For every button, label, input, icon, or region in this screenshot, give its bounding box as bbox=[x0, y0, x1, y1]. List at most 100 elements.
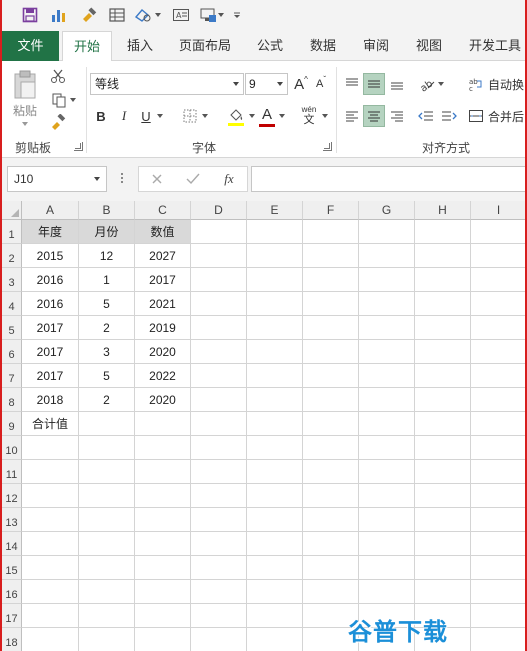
textbox-icon[interactable]: A bbox=[170, 5, 192, 25]
row-header-8[interactable]: 8 bbox=[2, 388, 22, 412]
cell-a16[interactable] bbox=[22, 580, 79, 604]
format-painter-icon[interactable] bbox=[48, 113, 68, 131]
cell-d1[interactable] bbox=[191, 220, 247, 244]
cell-b2[interactable]: 12 bbox=[79, 244, 135, 268]
cell-g16[interactable] bbox=[359, 580, 415, 604]
table-icon[interactable] bbox=[106, 5, 128, 25]
cell-h10[interactable] bbox=[415, 436, 471, 460]
row-header-7[interactable]: 7 bbox=[2, 364, 22, 388]
cell-e13[interactable] bbox=[247, 508, 303, 532]
grow-font-button[interactable]: A ^ bbox=[293, 73, 309, 95]
font-color-dropdown[interactable] bbox=[277, 105, 287, 127]
cell-e4[interactable] bbox=[247, 292, 303, 316]
clipboard-launcher-icon[interactable] bbox=[74, 142, 83, 151]
cell-e8[interactable] bbox=[247, 388, 303, 412]
column-header-d[interactable]: D bbox=[191, 201, 247, 220]
cell-e16[interactable] bbox=[247, 580, 303, 604]
tab-formulas[interactable]: 公式 bbox=[248, 31, 292, 61]
wrap-text-button[interactable]: ab c 自动换 bbox=[468, 73, 525, 95]
cell-c9[interactable] bbox=[135, 412, 191, 436]
cell-f6[interactable] bbox=[303, 340, 359, 364]
cell-g3[interactable] bbox=[359, 268, 415, 292]
cell-a13[interactable] bbox=[22, 508, 79, 532]
cell-e18[interactable] bbox=[247, 628, 303, 651]
cell-a9[interactable]: 合计值 bbox=[22, 412, 79, 436]
cell-g10[interactable] bbox=[359, 436, 415, 460]
cell-h13[interactable] bbox=[415, 508, 471, 532]
cell-e17[interactable] bbox=[247, 604, 303, 628]
cell-c6[interactable]: 2020 bbox=[135, 340, 191, 364]
cell-i15[interactable] bbox=[471, 556, 525, 580]
tab-view[interactable]: 视图 bbox=[406, 31, 452, 61]
cell-a17[interactable] bbox=[22, 604, 79, 628]
cell-i2[interactable] bbox=[471, 244, 525, 268]
cell-i11[interactable] bbox=[471, 460, 525, 484]
align-center-button[interactable] bbox=[363, 105, 385, 127]
column-header-i[interactable]: I bbox=[471, 201, 525, 220]
cell-b14[interactable] bbox=[79, 532, 135, 556]
borders-button[interactable] bbox=[179, 105, 211, 127]
cell-a14[interactable] bbox=[22, 532, 79, 556]
column-header-f[interactable]: F bbox=[303, 201, 359, 220]
cell-c18[interactable] bbox=[135, 628, 191, 651]
cell-b7[interactable]: 5 bbox=[79, 364, 135, 388]
cell-b13[interactable] bbox=[79, 508, 135, 532]
cell-c7[interactable]: 2022 bbox=[135, 364, 191, 388]
cell-i1[interactable] bbox=[471, 220, 525, 244]
cell-c14[interactable] bbox=[135, 532, 191, 556]
cell-i7[interactable] bbox=[471, 364, 525, 388]
cell-a11[interactable] bbox=[22, 460, 79, 484]
screenshot-icon[interactable] bbox=[198, 5, 224, 25]
row-header-13[interactable]: 13 bbox=[2, 508, 22, 532]
phonetic-dropdown[interactable] bbox=[320, 105, 330, 127]
row-header-6[interactable]: 6 bbox=[2, 340, 22, 364]
row-header-14[interactable]: 14 bbox=[2, 532, 22, 556]
cell-d4[interactable] bbox=[191, 292, 247, 316]
cell-a15[interactable] bbox=[22, 556, 79, 580]
cell-a18[interactable] bbox=[22, 628, 79, 651]
phonetic-button[interactable]: wén 文 bbox=[298, 101, 320, 129]
cell-b5[interactable]: 2 bbox=[79, 316, 135, 340]
align-middle-button[interactable] bbox=[363, 73, 385, 95]
cell-d8[interactable] bbox=[191, 388, 247, 412]
enter-icon[interactable] bbox=[183, 170, 203, 188]
select-all-corner[interactable] bbox=[2, 201, 22, 220]
cell-f1[interactable] bbox=[303, 220, 359, 244]
cell-e2[interactable] bbox=[247, 244, 303, 268]
cell-i18[interactable] bbox=[471, 628, 525, 651]
cell-e12[interactable] bbox=[247, 484, 303, 508]
cell-d6[interactable] bbox=[191, 340, 247, 364]
cell-i14[interactable] bbox=[471, 532, 525, 556]
cell-d18[interactable] bbox=[191, 628, 247, 651]
row-header-10[interactable]: 10 bbox=[2, 436, 22, 460]
cell-f14[interactable] bbox=[303, 532, 359, 556]
cell-e9[interactable] bbox=[247, 412, 303, 436]
cell-f5[interactable] bbox=[303, 316, 359, 340]
cell-e14[interactable] bbox=[247, 532, 303, 556]
cell-b3[interactable]: 1 bbox=[79, 268, 135, 292]
cell-i16[interactable] bbox=[471, 580, 525, 604]
cell-h9[interactable] bbox=[415, 412, 471, 436]
cell-f2[interactable] bbox=[303, 244, 359, 268]
cell-c5[interactable]: 2019 bbox=[135, 316, 191, 340]
row-header-18[interactable]: 18 bbox=[2, 628, 22, 651]
cell-f9[interactable] bbox=[303, 412, 359, 436]
cell-f10[interactable] bbox=[303, 436, 359, 460]
cell-c12[interactable] bbox=[135, 484, 191, 508]
cell-d15[interactable] bbox=[191, 556, 247, 580]
underline-dropdown[interactable] bbox=[155, 105, 165, 127]
cell-b10[interactable] bbox=[79, 436, 135, 460]
cell-g11[interactable] bbox=[359, 460, 415, 484]
cell-g14[interactable] bbox=[359, 532, 415, 556]
cell-d9[interactable] bbox=[191, 412, 247, 436]
cell-h3[interactable] bbox=[415, 268, 471, 292]
cut-icon[interactable] bbox=[48, 67, 68, 85]
cell-g9[interactable] bbox=[359, 412, 415, 436]
cell-d3[interactable] bbox=[191, 268, 247, 292]
cell-b16[interactable] bbox=[79, 580, 135, 604]
cell-b12[interactable] bbox=[79, 484, 135, 508]
cell-c1[interactable]: 数值 bbox=[135, 220, 191, 244]
cell-c8[interactable]: 2020 bbox=[135, 388, 191, 412]
cell-h1[interactable] bbox=[415, 220, 471, 244]
cell-g7[interactable] bbox=[359, 364, 415, 388]
